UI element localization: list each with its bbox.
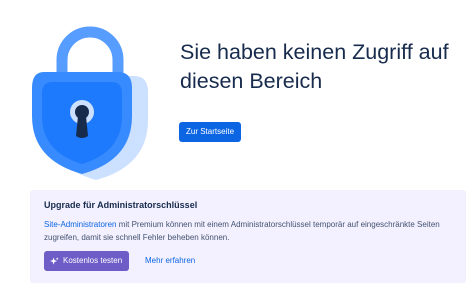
page-title: Sie haben keinen Zugriff auf diesen Bere… xyxy=(180,40,449,93)
upgrade-description: Site-Administratoren mit Premium können … xyxy=(44,218,464,244)
free-trial-button[interactable]: Kostenlos testen xyxy=(44,251,130,271)
site-admins-link[interactable]: Site-Administratoren xyxy=(44,220,116,229)
padlock-shackle xyxy=(56,26,124,84)
padlock-icon xyxy=(32,26,148,180)
sparkle-icon xyxy=(50,256,59,265)
home-button[interactable]: Zur Startseite xyxy=(179,122,242,142)
learn-more-link[interactable]: Mehr erfahren xyxy=(145,251,195,271)
upgrade-panel: Upgrade für Administratorschlüssel Site-… xyxy=(30,190,466,283)
upgrade-title: Upgrade für Administratorschlüssel xyxy=(44,200,198,210)
free-trial-label: Kostenlos testen xyxy=(63,256,123,265)
